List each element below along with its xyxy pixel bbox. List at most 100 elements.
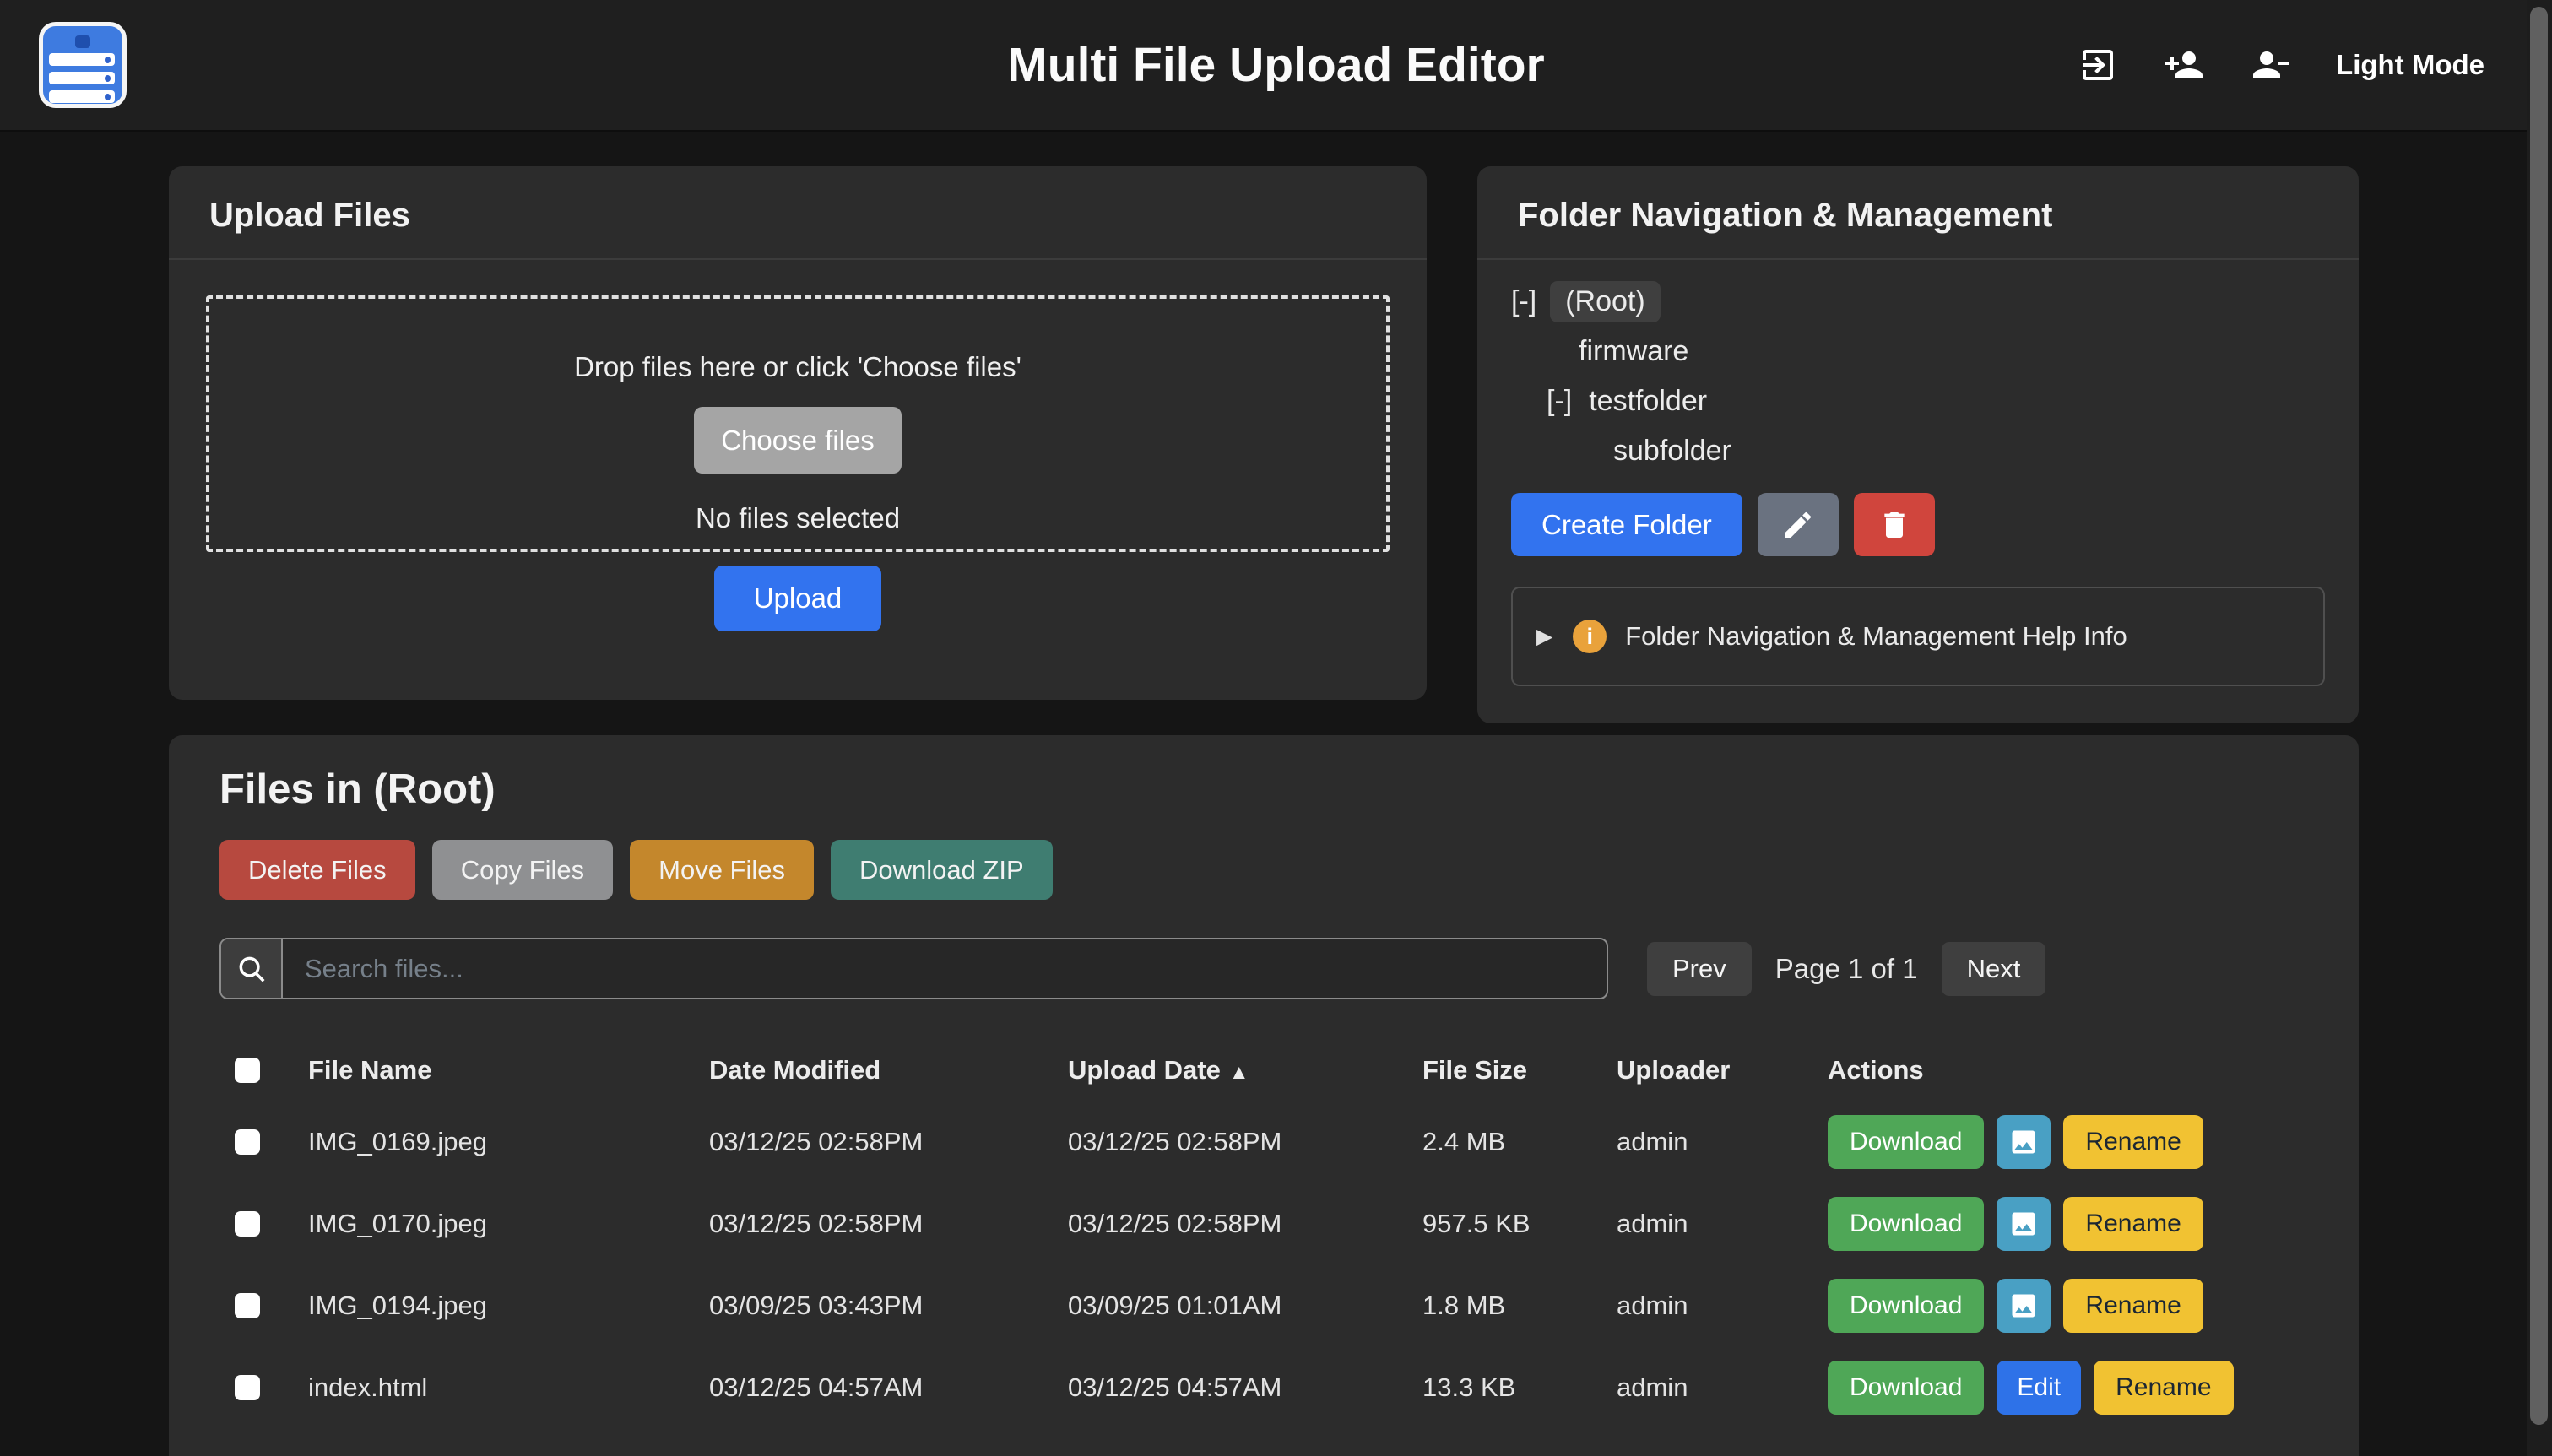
next-page-button[interactable]: Next — [1942, 942, 2046, 996]
date-modified: 03/12/25 04:57AM — [709, 1372, 1068, 1403]
folder-tree-item-root[interactable]: [-] (Root) — [1511, 277, 2325, 327]
move-files-button[interactable]: Move Files — [630, 840, 814, 900]
edit-button[interactable]: Edit — [1997, 1361, 2081, 1415]
upload-date: 03/09/25 01:01AM — [1068, 1291, 1422, 1321]
search-icon — [221, 939, 283, 998]
file-name: IMG_0194.jpeg — [308, 1291, 709, 1321]
person-add-icon — [2164, 45, 2204, 85]
download-zip-button[interactable]: Download ZIP — [831, 840, 1053, 900]
column-header-actions: Actions — [1828, 1055, 2308, 1085]
preview-image-button[interactable] — [1997, 1115, 2051, 1169]
row-checkbox[interactable] — [235, 1375, 260, 1400]
folder-navigation-card: Folder Navigation & Management [-] (Root… — [1477, 166, 2359, 723]
file-dropzone[interactable]: Drop files here or click 'Choose files' … — [206, 295, 1390, 552]
file-size: 13.3 KB — [1422, 1372, 1617, 1403]
rename-button[interactable]: Rename — [2063, 1115, 2203, 1169]
light-mode-toggle[interactable]: Light Mode — [2336, 49, 2484, 81]
preview-image-button[interactable] — [1997, 1197, 2051, 1251]
column-header-file-name[interactable]: File Name — [308, 1055, 709, 1085]
search-box — [219, 938, 1608, 999]
image-icon — [2008, 1127, 2039, 1157]
upload-date: 03/12/25 02:58PM — [1068, 1209, 1422, 1239]
scrollbar-thumb[interactable] — [2530, 7, 2548, 1425]
rename-button[interactable]: Rename — [2094, 1361, 2233, 1415]
collapse-toggle-icon[interactable]: [-] — [1547, 385, 1572, 418]
delete-files-button[interactable]: Delete Files — [219, 840, 415, 900]
uploader: admin — [1617, 1291, 1828, 1321]
pagination: Prev Page 1 of 1 Next — [1647, 942, 2045, 996]
download-button[interactable]: Download — [1828, 1361, 1984, 1415]
info-icon: i — [1573, 620, 1607, 653]
file-size: 2.4 MB — [1422, 1127, 1617, 1157]
date-modified: 03/12/25 02:58PM — [709, 1209, 1068, 1239]
search-input[interactable] — [283, 939, 1607, 998]
download-button[interactable]: Download — [1828, 1115, 1984, 1169]
rename-button[interactable]: Rename — [2063, 1197, 2203, 1251]
column-header-uploader[interactable]: Uploader — [1617, 1055, 1828, 1085]
caret-right-icon: ▶ — [1536, 624, 1552, 649]
upload-button[interactable]: Upload — [714, 566, 881, 631]
files-section-title: Files in (Root) — [219, 766, 2308, 813]
folder-tree-item-testfolder[interactable]: [-] testfolder — [1511, 376, 2325, 426]
upload-files-card: Upload Files Drop files here or click 'C… — [169, 166, 1427, 700]
folder-tree-label-testfolder[interactable]: testfolder — [1585, 381, 1710, 422]
column-header-date-modified[interactable]: Date Modified — [709, 1055, 1068, 1085]
rename-button[interactable]: Rename — [2063, 1279, 2203, 1333]
logout-icon — [2078, 45, 2118, 85]
folder-help-expander[interactable]: ▶ i Folder Navigation & Management Help … — [1511, 587, 2325, 686]
uploader: admin — [1617, 1127, 1828, 1157]
table-row: IMG_0194.jpeg 03/09/25 03:43PM 03/09/25 … — [219, 1264, 2308, 1346]
upload-date: 03/12/25 02:58PM — [1068, 1127, 1422, 1157]
remove-user-button[interactable] — [2250, 45, 2290, 85]
column-header-upload-date[interactable]: Upload Date▲ — [1068, 1055, 1422, 1085]
file-name: IMG_0169.jpeg — [308, 1127, 709, 1157]
uploader: admin — [1617, 1372, 1828, 1403]
file-size: 957.5 KB — [1422, 1209, 1617, 1239]
sort-ascending-icon: ▲ — [1229, 1061, 1249, 1084]
file-size: 1.8 MB — [1422, 1291, 1617, 1321]
folder-tree-label-subfolder[interactable]: subfolder — [1610, 430, 1735, 472]
app-header: Multi File Upload Editor Light Mode — [0, 0, 2552, 132]
upload-card-header: Upload Files — [169, 166, 1427, 260]
file-name: IMG_0170.jpeg — [308, 1209, 709, 1239]
folder-tree-label-firmware[interactable]: firmware — [1575, 331, 1692, 372]
rename-folder-button[interactable] — [1758, 493, 1839, 556]
dropzone-instructions: Drop files here or click 'Choose files' — [574, 351, 1021, 383]
logout-button[interactable] — [2078, 45, 2118, 85]
choose-files-button[interactable]: Choose files — [694, 407, 902, 474]
table-row: index.html 03/12/25 04:57AM 03/12/25 04:… — [219, 1346, 2308, 1428]
pencil-icon — [1781, 508, 1815, 542]
page-indicator: Page 1 of 1 — [1775, 953, 1918, 985]
page-title: Multi File Upload Editor — [1007, 37, 1544, 93]
date-modified: 03/12/25 02:58PM — [709, 1127, 1068, 1157]
trash-icon — [1877, 508, 1911, 542]
create-folder-button[interactable]: Create Folder — [1511, 493, 1742, 556]
download-button[interactable]: Download — [1828, 1279, 1984, 1333]
folder-tree-label-root[interactable]: (Root) — [1550, 281, 1660, 322]
files-toolbar: Delete Files Copy Files Move Files Downl… — [219, 840, 2308, 900]
page-scrollbar — [2527, 0, 2552, 1456]
select-all-checkbox[interactable] — [235, 1058, 260, 1083]
files-table-header: File Name Date Modified Upload Date▲ Fil… — [219, 1040, 2308, 1101]
row-checkbox[interactable] — [235, 1293, 260, 1318]
main-content: Upload Files Drop files here or click 'C… — [0, 132, 2552, 1456]
add-user-button[interactable] — [2164, 45, 2204, 85]
row-checkbox[interactable] — [235, 1211, 260, 1237]
copy-files-button[interactable]: Copy Files — [432, 840, 613, 900]
image-icon — [2008, 1209, 2039, 1239]
image-icon — [2008, 1291, 2039, 1321]
prev-page-button[interactable]: Prev — [1647, 942, 1752, 996]
download-button[interactable]: Download — [1828, 1197, 1984, 1251]
folder-tree-item-firmware[interactable]: firmware — [1511, 327, 2325, 376]
folder-tree-item-subfolder[interactable]: subfolder — [1511, 426, 2325, 476]
preview-image-button[interactable] — [1997, 1279, 2051, 1333]
column-header-file-size[interactable]: File Size — [1422, 1055, 1617, 1085]
app-logo-server-icon — [39, 22, 127, 108]
files-list-card: Files in (Root) Delete Files Copy Files … — [169, 735, 2359, 1456]
row-checkbox[interactable] — [235, 1129, 260, 1155]
collapse-toggle-icon[interactable]: [-] — [1511, 285, 1536, 318]
upload-card-title: Upload Files — [209, 197, 1386, 235]
delete-folder-button[interactable] — [1854, 493, 1935, 556]
table-row: IMG_0169.jpeg 03/12/25 02:58PM 03/12/25 … — [219, 1101, 2308, 1183]
files-table: File Name Date Modified Upload Date▲ Fil… — [219, 1040, 2308, 1428]
